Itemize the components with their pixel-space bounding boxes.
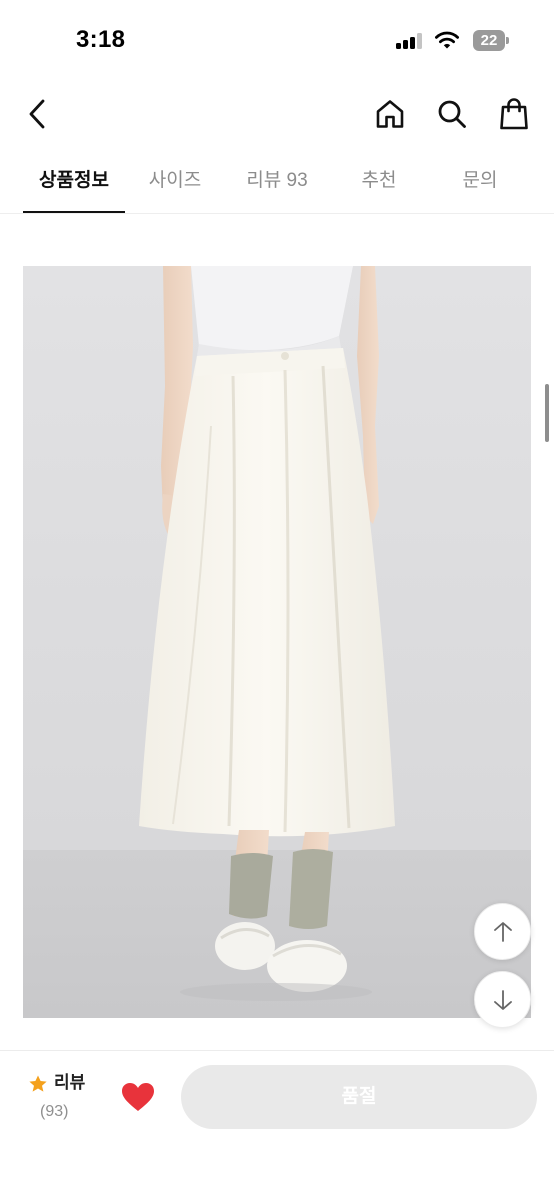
review-summary[interactable]: 리뷰 (93) — [28, 1071, 108, 1125]
bottom-action-bar: 리뷰 (93) 품절 — [0, 1050, 554, 1200]
search-button[interactable] — [430, 84, 474, 144]
shopping-bag-icon — [500, 98, 528, 130]
back-button[interactable] — [16, 84, 60, 144]
tab-size[interactable]: 사이즈 — [124, 152, 226, 214]
battery-icon: 22 — [473, 30, 509, 51]
product-tabs: 상품정보 사이즈 리뷰 93 추천 문의 — [0, 152, 554, 214]
battery-level: 22 — [473, 30, 505, 51]
tab-inquiry[interactable]: 문의 — [429, 152, 531, 214]
tab-label: 리뷰 93 — [246, 170, 308, 191]
wishlist-button[interactable] — [120, 1081, 156, 1113]
search-icon — [438, 100, 466, 128]
status-time: 3:18 — [76, 26, 126, 53]
scrollbar-thumb[interactable] — [545, 384, 549, 442]
heart-icon — [122, 1083, 154, 1111]
arrow-up-icon — [493, 921, 512, 942]
tab-recommend[interactable]: 추천 — [328, 152, 430, 214]
signal-icon — [396, 33, 422, 49]
scroll-to-top-button[interactable] — [474, 903, 531, 960]
tab-label: 추천 — [361, 170, 397, 191]
status-bar: 3:18 22 — [0, 0, 554, 80]
scroll-down-button[interactable] — [474, 971, 531, 1028]
tab-label: 사이즈 — [148, 170, 202, 191]
home-button[interactable] — [368, 84, 412, 144]
arrow-down-icon — [493, 989, 512, 1010]
tab-label: 상품정보 — [39, 170, 109, 191]
star-icon — [29, 1075, 47, 1092]
wifi-icon — [434, 29, 460, 51]
home-icon — [376, 100, 404, 128]
product-photo — [23, 266, 531, 1018]
tab-product-info[interactable]: 상품정보 — [23, 152, 125, 214]
top-nav — [0, 84, 554, 144]
review-count: (93) — [40, 1103, 69, 1120]
tab-reviews[interactable]: 리뷰 93 — [226, 152, 328, 214]
back-arrow-icon — [29, 99, 45, 129]
sold-out-button[interactable]: 품절 — [181, 1065, 537, 1129]
tabs-divider — [0, 213, 554, 214]
tab-label: 문의 — [462, 170, 498, 191]
cart-button[interactable] — [492, 84, 536, 144]
review-label: 리뷰 — [54, 1073, 86, 1092]
